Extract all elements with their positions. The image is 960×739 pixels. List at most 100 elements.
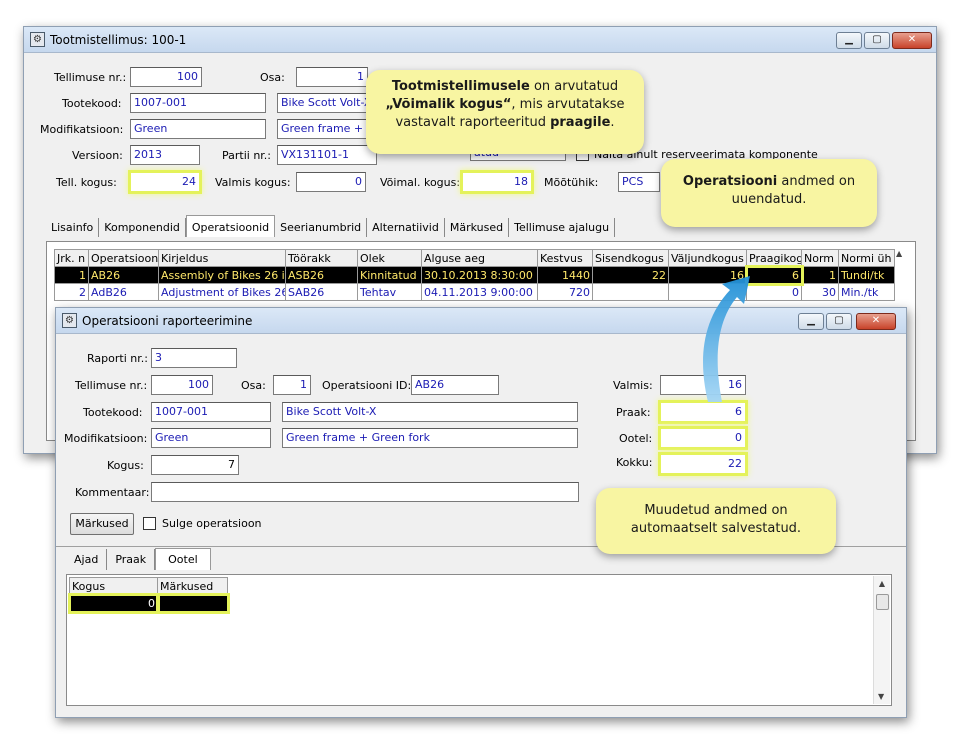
qty-field[interactable]: 7: [151, 455, 239, 475]
part-label: Osa:: [260, 71, 285, 84]
order-qty-label: Tell. kogus:: [56, 176, 117, 189]
scrap-label: Praak:: [616, 406, 651, 419]
grid-header[interactable]: Kestvus: [537, 249, 593, 267]
operation-id-field[interactable]: AB26: [411, 375, 499, 395]
tab-seerianumbrid[interactable]: Seerianumbrid: [275, 218, 368, 237]
report-no-field[interactable]: 3: [151, 348, 237, 368]
modification-desc-field[interactable]: Green frame + Green fork: [282, 428, 578, 448]
maximize-icon[interactable]: ▢: [826, 313, 852, 330]
callout-text: Tootmistellimusele: [391, 79, 530, 94]
grid-header[interactable]: Väljundkogus: [668, 249, 747, 267]
scroll-up-icon[interactable]: ▲: [874, 579, 890, 588]
order-no-field[interactable]: 100: [130, 67, 202, 87]
order-no-label: Tellimuse nr.:: [75, 379, 148, 392]
report-no-label: Raporti nr.:: [87, 352, 148, 365]
modification-field[interactable]: Green: [151, 428, 271, 448]
close-operation-checkbox[interactable]: [143, 517, 156, 530]
notes-button[interactable]: Märkused: [70, 513, 134, 535]
cell: Min./tk: [838, 283, 895, 301]
grid-header[interactable]: Kogus: [69, 577, 158, 595]
waiting-field[interactable]: 0: [658, 426, 748, 450]
grid-header[interactable]: Töörakk: [285, 249, 358, 267]
batch-no-field[interactable]: VX131101-1: [277, 145, 377, 165]
cell: 30.10.2013 8:30:00: [421, 266, 538, 284]
grid-header[interactable]: Märkused: [157, 577, 228, 595]
grid-header[interactable]: Sisendkogus: [592, 249, 669, 267]
tab-markused[interactable]: Märkused: [445, 218, 510, 237]
scroll-down-icon[interactable]: ▼: [878, 692, 884, 701]
scroll-up-icon[interactable]: ▲: [896, 249, 902, 258]
order-qty-field[interactable]: 24: [128, 170, 202, 194]
waiting-grid: Kogus Märkused 0: [67, 577, 230, 614]
product-code-field[interactable]: 1007-001: [151, 402, 271, 422]
close-icon[interactable]: ✕: [892, 32, 932, 49]
version-field[interactable]: 2013: [130, 145, 200, 165]
scrollbar[interactable]: ▲ ▼: [873, 576, 890, 704]
modification-desc-field[interactable]: Green frame + G: [277, 119, 367, 139]
maximize-icon[interactable]: ▢: [864, 32, 890, 49]
qty-label: Kogus:: [107, 459, 144, 472]
grid-header[interactable]: Normi üh: [838, 249, 895, 267]
possible-qty-field[interactable]: 18: [460, 170, 534, 194]
cell: Adjustment of Bikes 26: [158, 283, 286, 301]
waiting-label: Ootel:: [619, 432, 653, 445]
report-window-title: Operatsiooni raporteerimine: [82, 314, 253, 328]
cell: [155, 592, 230, 614]
minimize-icon[interactable]: ▁: [836, 32, 862, 49]
modification-label: Modifikatsioon:: [40, 123, 124, 136]
ready-qty-label: Valmis kogus:: [215, 176, 291, 189]
comment-field[interactable]: [151, 482, 579, 502]
main-tabs: Lisainfo Komponendid Operatsioonid Seeri…: [46, 215, 616, 237]
grid-header[interactable]: Kirjeldus: [158, 249, 286, 267]
arrow-icon: [703, 276, 750, 402]
part-field[interactable]: 1: [296, 67, 368, 87]
grid-header[interactable]: Olek: [357, 249, 422, 267]
cell: Kinnitatud: [357, 266, 422, 284]
main-titlebar: ⚙ Tootmistellimus: 100-1 ▁ ▢ ✕: [24, 27, 936, 53]
grid-header[interactable]: Jrk. n: [54, 249, 89, 267]
tab-lisainfo[interactable]: Lisainfo: [46, 218, 100, 237]
product-code-label: Tootekood:: [62, 97, 122, 110]
unit-field[interactable]: PCS: [618, 172, 660, 192]
tab-praak[interactable]: Praak: [107, 549, 156, 570]
cell: 1: [801, 266, 839, 284]
main-window-title: Tootmistellimus: 100-1: [50, 33, 187, 47]
ready-qty-field[interactable]: 0: [296, 172, 366, 192]
possible-qty-label: Võimal. kogus:: [380, 176, 461, 189]
cell: AB26: [88, 266, 159, 284]
total-field[interactable]: 22: [658, 452, 748, 476]
cell: 0: [67, 592, 160, 614]
grid-header-row: Jrk. n Operatsiooni Kirjeldus Töörakk Ol…: [54, 249, 895, 267]
callout-text: on arvutatud: [529, 79, 619, 94]
grid-header[interactable]: Norm: [801, 249, 839, 267]
order-no-label: Tellimuse nr.:: [54, 71, 127, 84]
tab-ootel[interactable]: Ootel: [155, 548, 211, 570]
product-name-field[interactable]: Bike Scott Volt-X: [277, 93, 367, 113]
table-row[interactable]: 0: [67, 592, 230, 614]
tab-ajad[interactable]: Ajad: [66, 549, 108, 570]
cell: SAB26: [285, 283, 358, 301]
grid-header[interactable]: Alguse aeg: [421, 249, 538, 267]
order-no-field[interactable]: 100: [151, 375, 213, 395]
cell: AdB26: [88, 283, 159, 301]
tab-tellimuse-ajalugu[interactable]: Tellimuse ajalugu: [509, 218, 616, 237]
product-code-field[interactable]: 1007-001: [130, 93, 266, 113]
grid-header[interactable]: Operatsiooni: [88, 249, 159, 267]
scroll-thumb[interactable]: [876, 594, 889, 610]
close-icon[interactable]: ✕: [856, 313, 896, 330]
part-field[interactable]: 1: [273, 375, 311, 395]
callout-text: .: [610, 115, 615, 130]
tab-alternatiivid[interactable]: Alternatiivid: [367, 218, 445, 237]
batch-no-label: Partii nr.:: [222, 149, 272, 162]
modification-field[interactable]: Green: [130, 119, 266, 139]
cell: 2: [54, 283, 89, 301]
tab-operatsioonid[interactable]: Operatsioonid: [185, 215, 276, 237]
callout-text: praagile: [550, 115, 611, 130]
tab-komponendid[interactable]: Komponendid: [99, 218, 186, 237]
minimize-icon[interactable]: ▁: [798, 313, 824, 330]
callout-text: „Võimalik kogus“: [385, 97, 512, 112]
grid-header[interactable]: Praagikog: [746, 249, 802, 267]
product-code-label: Tootekood:: [83, 406, 143, 419]
report-tabs: Ajad Praak Ootel: [66, 548, 211, 570]
product-name-field[interactable]: Bike Scott Volt-X: [282, 402, 578, 422]
